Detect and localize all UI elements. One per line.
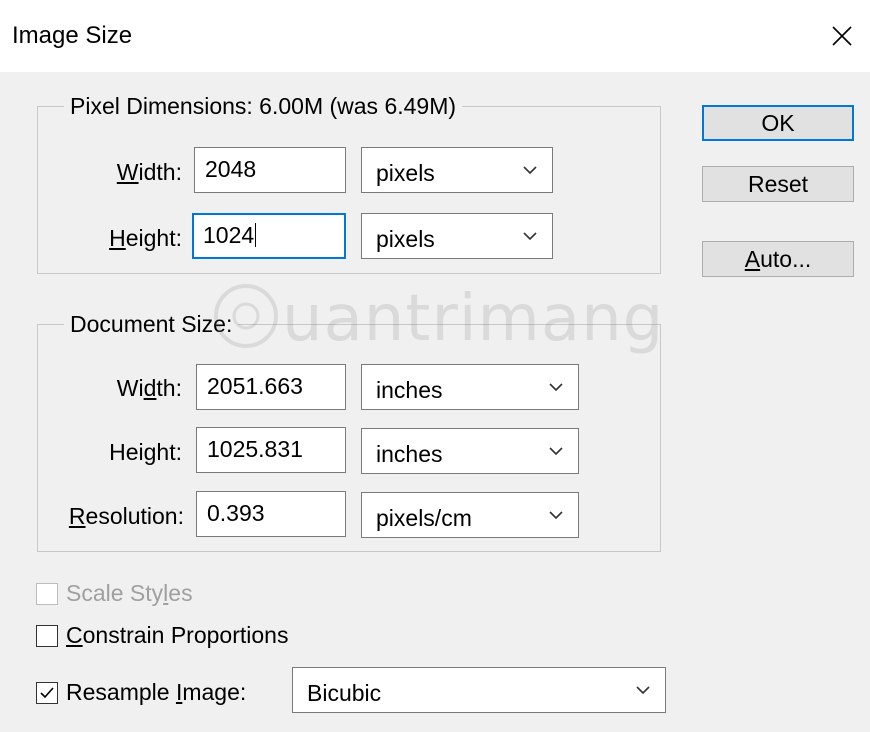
resample-image-checkbox[interactable]: Resample Image: (36, 679, 246, 706)
scale-styles-checkbox[interactable]: Scale Styles (36, 580, 193, 607)
pixel-width-unit-value: pixels (376, 160, 435, 186)
chevron-down-icon (523, 166, 537, 175)
resolution-unit-value: pixels/cm (376, 505, 472, 531)
document-size-legend: Document Size: (64, 311, 239, 338)
dialog-title: Image Size (12, 22, 133, 49)
doc-width-unit-value: inches (376, 377, 443, 403)
doc-width-label: Width: (116, 375, 182, 401)
pixel-height-value: 1024 (203, 222, 255, 248)
resolution-unit-select[interactable]: pixels/cm (361, 492, 579, 538)
chevron-down-icon (636, 686, 650, 695)
close-icon (832, 26, 852, 46)
resample-method-value: Bicubic (307, 680, 382, 706)
doc-height-unit-select[interactable]: inches (361, 428, 579, 474)
doc-width-input[interactable]: 2051.663 (196, 364, 346, 410)
pixel-width-input[interactable]: 2048 (194, 147, 346, 193)
resolution-input[interactable]: 0.393 (196, 491, 346, 537)
title-bar: Image Size (0, 0, 870, 72)
resample-method-select[interactable]: Bicubic (292, 667, 666, 713)
image-size-dialog: Image Size Pixel Dimensions: 6.00M (was … (0, 0, 870, 732)
constrain-proportions-checkbox[interactable]: Constrain Proportions (36, 622, 288, 649)
pixel-height-unit-select[interactable]: pixels (361, 213, 553, 259)
resolution-label: Resolution: (68, 503, 184, 529)
ok-button[interactable]: OK (702, 105, 854, 141)
checkbox-box (36, 582, 58, 605)
chevron-down-icon (549, 383, 563, 392)
chevron-down-icon (549, 511, 563, 520)
pixel-dimensions-legend: Pixel Dimensions: 6.00M (was 6.49M) (64, 93, 463, 120)
close-button[interactable] (824, 18, 860, 54)
text-caret (255, 223, 257, 247)
chevron-down-icon (549, 447, 563, 456)
pixel-width-unit-select[interactable]: pixels (361, 147, 553, 193)
auto-button[interactable]: Auto... (702, 241, 854, 277)
doc-height-label: Height: (109, 439, 182, 465)
scale-styles-label: Scale Styles (66, 580, 193, 606)
doc-height-input[interactable]: 1025.831 (196, 427, 346, 473)
reset-button[interactable]: Reset (702, 166, 854, 202)
pixel-width-label: Width: (116, 159, 182, 185)
doc-width-unit-select[interactable]: inches (361, 364, 579, 410)
pixel-height-unit-value: pixels (376, 226, 435, 252)
resample-image-label: Resample Image: (66, 679, 247, 705)
checkmark-icon (40, 686, 54, 698)
chevron-down-icon (523, 232, 537, 241)
checkbox-box (36, 624, 58, 647)
checkbox-box (36, 681, 58, 704)
pixel-height-input[interactable]: 1024 (192, 213, 346, 259)
doc-height-unit-value: inches (376, 441, 443, 467)
constrain-proportions-label: Constrain Proportions (66, 622, 289, 648)
pixel-height-label: Height: (109, 225, 182, 251)
